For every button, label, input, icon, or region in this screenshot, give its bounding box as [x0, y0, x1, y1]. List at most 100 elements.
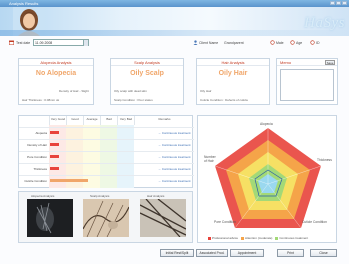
alopecia-analysis-panel: Alopecia Analysis No Alopecia Density of…	[18, 58, 94, 105]
scalp-detail: Oily scalp with dead skin	[114, 89, 147, 93]
initial-rest-button[interactable]: Initial Rest/Split	[160, 249, 194, 257]
level-bar	[50, 131, 59, 134]
banner-swoosh	[0, 30, 349, 36]
toolbar: Test date 11.09.2008 Client Name Grandpa…	[0, 37, 349, 49]
table-row: Alopecia → Continuous treatment	[19, 127, 194, 137]
panel-title: Scalp Analysis	[111, 59, 183, 66]
legend-label: Professional advice	[212, 236, 239, 240]
header-average: Average	[83, 116, 100, 125]
hair-cuticle: Cuticle Condition : Defects of cuticle	[200, 98, 249, 102]
level-bar	[50, 155, 59, 158]
scalp-microscope-image[interactable]	[83, 199, 129, 237]
user-icon	[193, 40, 198, 45]
date-select[interactable]: 11.09.2008	[33, 39, 89, 46]
image-caption: Hair Analysis	[147, 194, 165, 198]
axis-label-pore: Pore Condition	[214, 220, 236, 224]
header-remarks: Remarks	[134, 116, 194, 125]
close-button[interactable]: Close	[310, 249, 337, 257]
scalp-analysis-panel: Scalp Analysis Oily Scalp Oily scalp wit…	[110, 58, 184, 105]
hair-analysis-panel: Hair Analysis Oily Hair Oily Hair Cuticl…	[196, 58, 270, 105]
image-caption: Alopecia Analysis	[31, 194, 55, 198]
title-bar: Analysis Results	[0, 0, 349, 7]
header-very-good: Very Good	[49, 116, 66, 125]
row-label: Density of Hair	[27, 143, 47, 147]
table-row: Cuticle Condition → Continuous treatment	[19, 175, 194, 185]
date-value: 11.09.2008	[35, 41, 53, 45]
row-label: Thickness	[33, 167, 47, 171]
id-label: ID	[316, 41, 320, 45]
remark-link[interactable]: → Continuous treatment	[158, 179, 191, 183]
appointment-button[interactable]: Appointment	[230, 249, 264, 257]
panel-title: Hair Analysis	[197, 59, 269, 66]
row-label: Pore Condition	[27, 155, 47, 159]
chevron-down-icon[interactable]	[83, 40, 88, 46]
level-bar	[50, 179, 88, 182]
minimize-button[interactable]	[330, 1, 335, 5]
radar-legend: Professional advice Attention (moderate)…	[208, 236, 308, 240]
axis-label-number-of-hair: Number of Hair	[204, 155, 216, 163]
scalp-result: Oily Scalp	[130, 70, 164, 77]
legend-label: Attention (moderate)	[245, 236, 273, 240]
panel-title: Alopecia Analysis	[19, 59, 93, 66]
legend-swatch-green	[275, 236, 279, 240]
print-button[interactable]: Print	[277, 249, 304, 257]
alopecia-thickness: Hair Thickness : 0.08mm ok	[22, 98, 60, 102]
analysis-images-panel: Alopecia Analysis Scalp Analysis Hair An…	[18, 191, 193, 243]
header-very-bad: Very Bad	[117, 116, 134, 125]
gender-label: Male	[276, 41, 284, 45]
header-good: Good	[66, 116, 83, 125]
window-title: Analysis Results	[9, 1, 39, 6]
row-label: Cuticle Condition	[24, 179, 47, 183]
date-label: Test date	[16, 41, 31, 45]
remark-link[interactable]: → Continuous treatment	[158, 155, 191, 159]
header-banner: HaSys	[0, 7, 349, 36]
gender-icon	[270, 40, 275, 45]
axis-label-alopecia: Alopecia	[260, 122, 273, 126]
legend-item: Continuous treatment	[275, 236, 308, 240]
memo-save-button[interactable]: Save	[325, 60, 335, 65]
associated-products-button[interactable]: Associated Prod.	[196, 249, 228, 257]
scalp-condition: Scalp Condition : Poor status	[114, 98, 153, 102]
legend-item: Attention (moderate)	[241, 236, 272, 240]
hair-detail: Oily Hair	[200, 89, 212, 93]
table-row: Pore Condition → Continuous treatment	[19, 151, 194, 161]
memo-panel: Memo Save	[276, 58, 338, 105]
legend-label: Continuous treatment	[279, 236, 309, 240]
alopecia-microscope-image[interactable]	[27, 199, 73, 237]
axis-label-thickness: Thickness	[317, 158, 332, 162]
table-row: Density of Hair → Continuous treatment	[19, 139, 194, 149]
condition-table: Very Good Good Average Bad Very Bad Rema…	[18, 115, 194, 188]
window-controls	[330, 1, 347, 5]
app-window: Analysis Results HaSys Test date 11.09.2…	[0, 0, 349, 264]
hair-result: Oily Hair	[218, 70, 248, 77]
hair-microscope-image[interactable]	[140, 199, 186, 237]
close-window-button[interactable]	[342, 1, 347, 5]
calendar-icon	[9, 40, 14, 45]
age-icon	[290, 40, 295, 45]
age-label: Age	[296, 41, 303, 45]
level-bar	[50, 167, 59, 170]
remark-link[interactable]: → Continuous treatment	[158, 131, 191, 135]
radar-chart	[214, 128, 322, 229]
maximize-button[interactable]	[336, 1, 341, 5]
row-label: Alopecia	[35, 131, 47, 135]
id-icon	[310, 40, 315, 45]
brand-logo: HaSys	[304, 15, 345, 31]
remark-link[interactable]: → Continuous treatment	[158, 167, 191, 171]
legend-swatch-orange	[241, 236, 245, 240]
alopecia-result: No Alopecia	[35, 70, 77, 77]
action-bar: Initial Rest/Split Associated Prod. Appo…	[0, 246, 349, 262]
radar-chart-panel: Alopecia Thickness Cuticle Condition Por…	[197, 115, 337, 243]
alopecia-detail: Density of Hair - Slight	[59, 89, 89, 93]
image-caption: Scalp Analysis	[90, 194, 110, 198]
level-bar	[50, 143, 59, 146]
remark-link[interactable]: → Continuous treatment	[158, 143, 191, 147]
client-name-value: Grandparent	[224, 41, 244, 45]
header-bad: Bad	[100, 116, 117, 125]
memo-textarea[interactable]	[280, 69, 334, 101]
legend-swatch-red	[208, 236, 211, 240]
client-name-label: Client Name	[199, 41, 219, 45]
legend-item: Professional advice	[208, 236, 238, 240]
axis-label-cuticle: Cuticle Condition	[302, 220, 327, 224]
table-row: Thickness → Continuous treatment	[19, 163, 194, 173]
